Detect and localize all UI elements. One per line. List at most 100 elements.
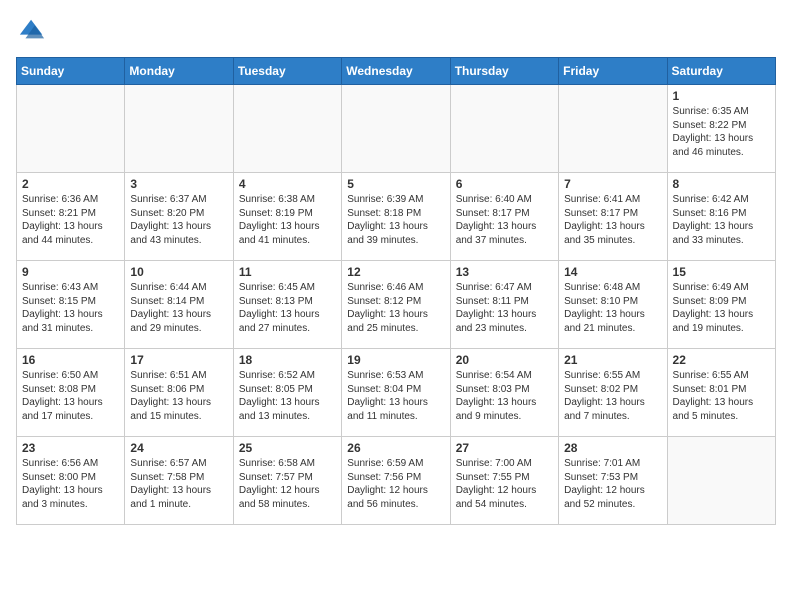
weekday-header-tuesday: Tuesday [233,58,341,85]
calendar-cell: 20 Sunrise: 6:54 AM Sunset: 8:03 PM Dayli… [450,349,558,437]
day-number: 6 [456,177,553,191]
day-info: Sunrise: 6:43 AM Sunset: 8:15 PM Dayligh… [22,281,119,335]
day-number: 5 [347,177,444,191]
day-number: 26 [347,441,444,455]
day-info: Sunrise: 6:56 AM Sunset: 8:00 PM Dayligh… [22,457,119,511]
day-number: 13 [456,265,553,279]
calendar-cell: 6 Sunrise: 6:40 AM Sunset: 8:17 PM Daylig… [450,173,558,261]
weekday-header-wednesday: Wednesday [342,58,450,85]
day-number: 10 [130,265,227,279]
day-info: Sunrise: 6:46 AM Sunset: 8:12 PM Dayligh… [347,281,444,335]
day-info: Sunrise: 6:45 AM Sunset: 8:13 PM Dayligh… [239,281,336,335]
day-info: Sunrise: 7:00 AM Sunset: 7:55 PM Dayligh… [456,457,553,511]
day-number: 16 [22,353,119,367]
weekday-header-thursday: Thursday [450,58,558,85]
calendar-cell: 21Sunrise: 6:55 AM Sunset: 8:02 PM Dayli… [559,349,667,437]
day-number: 14 [564,265,661,279]
day-number: 3 [130,177,227,191]
day-info: Sunrise: 6:53 AM Sunset: 8:04 PM Dayligh… [347,369,444,423]
calendar-cell: 8 Sunrise: 6:42 AM Sunset: 8:16 PM Daylig… [667,173,775,261]
day-number: 24 [130,441,227,455]
day-info: Sunrise: 6:41 AM Sunset: 8:17 PM Dayligh… [564,193,661,247]
day-info: Sunrise: 6:39 AM Sunset: 8:18 PM Dayligh… [347,193,444,247]
day-number: 20 [456,353,553,367]
calendar-cell [233,85,341,173]
calendar-cell: 9 Sunrise: 6:43 AM Sunset: 8:15 PM Daylig… [17,261,125,349]
calendar-cell [559,85,667,173]
day-info: Sunrise: 6:35 AM Sunset: 8:22 PM Dayligh… [673,105,770,159]
week-row-4: 23 Sunrise: 6:56 AM Sunset: 8:00 PM Dayli… [17,437,776,525]
weekday-header-saturday: Saturday [667,58,775,85]
day-info: Sunrise: 6:42 AM Sunset: 8:16 PM Dayligh… [673,193,770,247]
calendar-cell: 11 Sunrise: 6:45 AM Sunset: 8:13 PM Dayli… [233,261,341,349]
calendar-cell: 27 Sunrise: 7:00 AM Sunset: 7:55 PM Dayli… [450,437,558,525]
day-number: 19 [347,353,444,367]
day-info: Sunrise: 6:49 AM Sunset: 8:09 PM Dayligh… [673,281,770,335]
calendar-cell: 14 Sunrise: 6:48 AM Sunset: 8:10 PM Dayli… [559,261,667,349]
calendar-cell: 18 Sunrise: 6:52 AM Sunset: 8:05 PM Dayli… [233,349,341,437]
day-number: 2 [22,177,119,191]
week-row-2: 9 Sunrise: 6:43 AM Sunset: 8:15 PM Daylig… [17,261,776,349]
day-number: 7 [564,177,661,191]
calendar-cell [125,85,233,173]
day-info: Sunrise: 6:44 AM Sunset: 8:14 PM Dayligh… [130,281,227,335]
calendar-cell: 13 Sunrise: 6:47 AM Sunset: 8:11 PM Dayli… [450,261,558,349]
day-info: Sunrise: 6:54 AM Sunset: 8:03 PM Dayligh… [456,369,553,423]
logo-icon [18,16,46,44]
day-info: Sunrise: 7:01 AM Sunset: 7:53 PM Dayligh… [564,457,661,511]
day-number: 28 [564,441,661,455]
day-number: 9 [22,265,119,279]
day-info: Sunrise: 6:58 AM Sunset: 7:57 PM Dayligh… [239,457,336,511]
day-info: Sunrise: 6:55 AM Sunset: 8:01 PM Dayligh… [673,369,770,423]
calendar-cell: 24 Sunrise: 6:57 AM Sunset: 7:58 PM Dayli… [125,437,233,525]
day-number: 12 [347,265,444,279]
calendar-cell: 3 Sunrise: 6:37 AM Sunset: 8:20 PM Daylig… [125,173,233,261]
calendar-cell: 22 Sunrise: 6:55 AM Sunset: 8:01 PM Dayli… [667,349,775,437]
week-row-0: 1Sunrise: 6:35 AM Sunset: 8:22 PM Daylig… [17,85,776,173]
calendar-cell: 12 Sunrise: 6:46 AM Sunset: 8:12 PM Dayli… [342,261,450,349]
day-number: 17 [130,353,227,367]
calendar-cell: 2 Sunrise: 6:36 AM Sunset: 8:21 PM Daylig… [17,173,125,261]
day-info: Sunrise: 6:48 AM Sunset: 8:10 PM Dayligh… [564,281,661,335]
day-number: 4 [239,177,336,191]
logo [16,16,46,49]
day-number: 25 [239,441,336,455]
day-info: Sunrise: 6:50 AM Sunset: 8:08 PM Dayligh… [22,369,119,423]
calendar-cell: 10 Sunrise: 6:44 AM Sunset: 8:14 PM Dayli… [125,261,233,349]
day-number: 8 [673,177,770,191]
day-info: Sunrise: 6:37 AM Sunset: 8:20 PM Dayligh… [130,193,227,247]
calendar-cell [450,85,558,173]
calendar-cell: 17 Sunrise: 6:51 AM Sunset: 8:06 PM Dayli… [125,349,233,437]
weekday-header-monday: Monday [125,58,233,85]
weekday-header-friday: Friday [559,58,667,85]
week-row-1: 2 Sunrise: 6:36 AM Sunset: 8:21 PM Daylig… [17,173,776,261]
calendar-cell: 26 Sunrise: 6:59 AM Sunset: 7:56 PM Dayli… [342,437,450,525]
calendar-cell: 16 Sunrise: 6:50 AM Sunset: 8:08 PM Dayli… [17,349,125,437]
day-info: Sunrise: 6:52 AM Sunset: 8:05 PM Dayligh… [239,369,336,423]
day-number: 27 [456,441,553,455]
day-info: Sunrise: 6:57 AM Sunset: 7:58 PM Dayligh… [130,457,227,511]
calendar-cell: 1Sunrise: 6:35 AM Sunset: 8:22 PM Daylig… [667,85,775,173]
day-info: Sunrise: 6:55 AM Sunset: 8:02 PM Dayligh… [564,369,661,423]
day-info: Sunrise: 6:47 AM Sunset: 8:11 PM Dayligh… [456,281,553,335]
calendar-cell: 23 Sunrise: 6:56 AM Sunset: 8:00 PM Dayli… [17,437,125,525]
day-info: Sunrise: 6:38 AM Sunset: 8:19 PM Dayligh… [239,193,336,247]
calendar-cell: 19 Sunrise: 6:53 AM Sunset: 8:04 PM Dayli… [342,349,450,437]
calendar-cell: 15 Sunrise: 6:49 AM Sunset: 8:09 PM Dayli… [667,261,775,349]
calendar-cell: 28 Sunrise: 7:01 AM Sunset: 7:53 PM Dayli… [559,437,667,525]
day-info: Sunrise: 6:40 AM Sunset: 8:17 PM Dayligh… [456,193,553,247]
day-number: 18 [239,353,336,367]
calendar-cell [667,437,775,525]
day-number: 23 [22,441,119,455]
calendar-cell [342,85,450,173]
day-info: Sunrise: 6:36 AM Sunset: 8:21 PM Dayligh… [22,193,119,247]
calendar-cell: 4 Sunrise: 6:38 AM Sunset: 8:19 PM Daylig… [233,173,341,261]
day-number: 11 [239,265,336,279]
day-number: 15 [673,265,770,279]
day-info: Sunrise: 6:51 AM Sunset: 8:06 PM Dayligh… [130,369,227,423]
day-number: 22 [673,353,770,367]
day-info: Sunrise: 6:59 AM Sunset: 7:56 PM Dayligh… [347,457,444,511]
page-header [16,16,776,49]
calendar-cell [17,85,125,173]
week-row-3: 16 Sunrise: 6:50 AM Sunset: 8:08 PM Dayli… [17,349,776,437]
